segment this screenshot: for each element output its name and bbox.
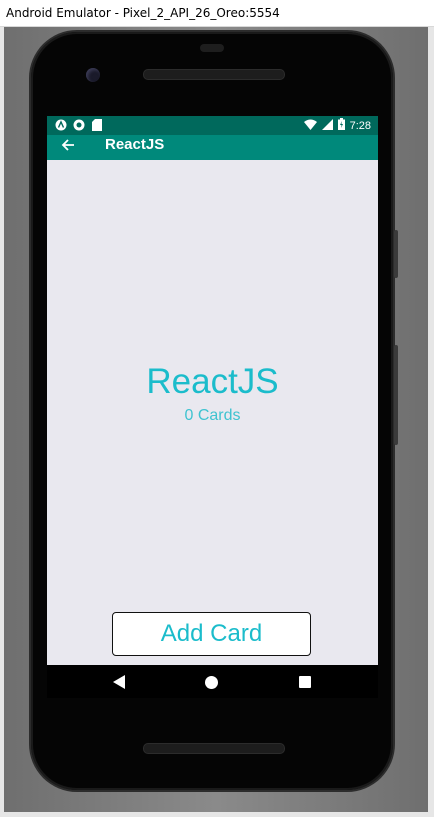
sync-circle-icon xyxy=(73,119,85,131)
sd-card-icon xyxy=(91,119,103,131)
power-button[interactable] xyxy=(394,230,398,278)
window-frame-right xyxy=(428,27,434,813)
status-right-icons: 7:28 xyxy=(303,118,371,133)
notification-a-icon xyxy=(55,119,67,131)
status-bar: 7:28 xyxy=(47,116,378,135)
window-frame-bottom xyxy=(0,812,434,817)
nav-home-icon[interactable] xyxy=(205,676,218,689)
battery-icon xyxy=(337,118,345,133)
status-time: 7:28 xyxy=(349,119,371,132)
system-nav-bar xyxy=(47,665,378,698)
app-bar-title: ReactJS xyxy=(105,136,165,153)
emulator-title-bar: Android Emulator - Pixel_2_API_26_Oreo:5… xyxy=(0,0,434,27)
app-bar: ReactJS xyxy=(47,135,378,160)
deck-card-count: 0 Cards xyxy=(184,407,241,424)
arrow-back-icon[interactable] xyxy=(60,137,76,153)
status-left-icons xyxy=(55,119,103,131)
volume-button[interactable] xyxy=(394,345,398,445)
nav-back-icon[interactable] xyxy=(113,675,125,689)
window-title: Android Emulator - Pixel_2_API_26_Oreo:5… xyxy=(6,6,280,20)
phone-screen: 7:28 ReactJS ReactJS 0 Cards Add Card xyxy=(47,116,378,698)
add-card-button[interactable]: Add Card xyxy=(112,612,311,656)
deck-title: ReactJS xyxy=(146,362,279,401)
cell-signal-icon xyxy=(321,118,333,133)
front-camera xyxy=(86,68,100,82)
top-speaker xyxy=(143,69,285,80)
deck-detail-view: ReactJS 0 Cards Add Card xyxy=(47,160,378,665)
wifi-icon xyxy=(303,119,317,133)
bottom-speaker xyxy=(143,743,285,754)
phone-earpiece xyxy=(200,44,224,52)
nav-recents-icon[interactable] xyxy=(299,676,311,688)
